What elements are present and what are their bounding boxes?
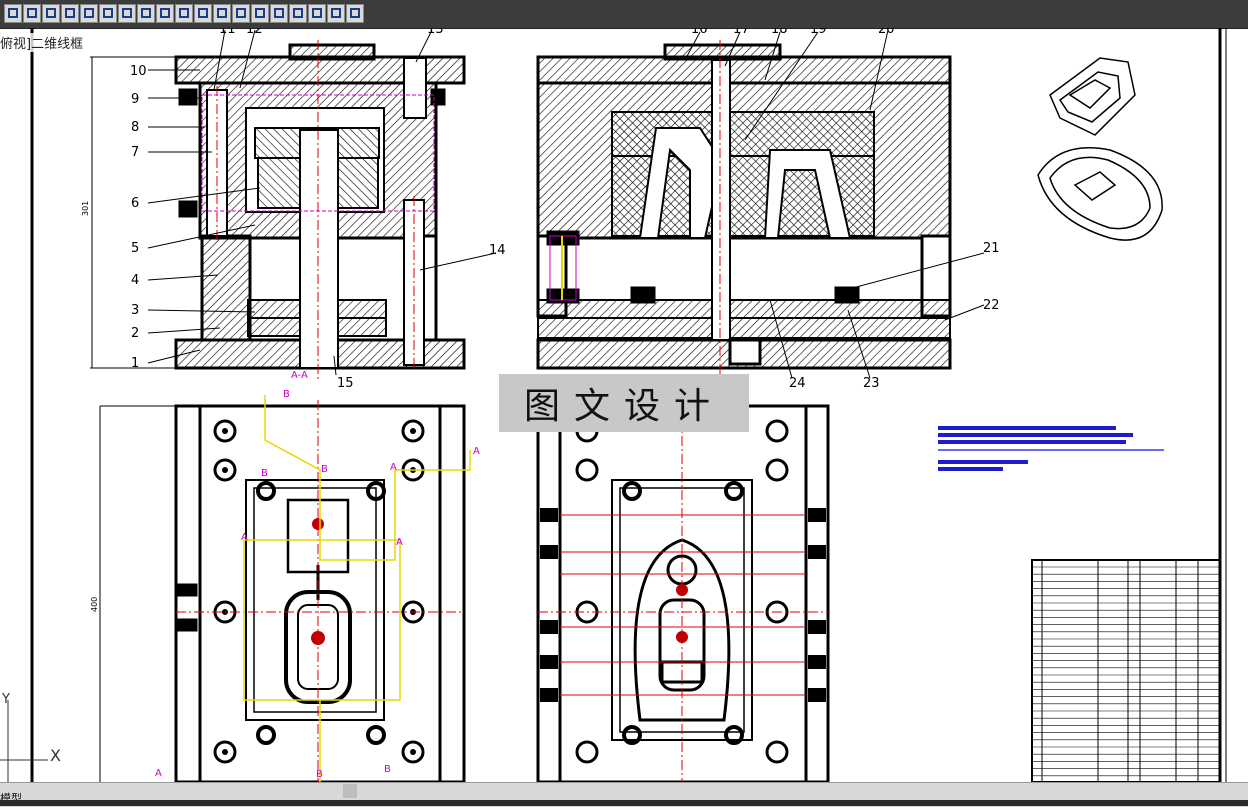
tech-notes xyxy=(938,426,1164,471)
extend-icon[interactable] xyxy=(270,4,288,23)
scroll-handle[interactable] xyxy=(343,784,357,798)
ucs-x-label: X xyxy=(50,746,61,765)
callout-20: 20 xyxy=(878,28,895,37)
callout-21: 21 xyxy=(983,241,1000,256)
callout-6: 6 xyxy=(131,196,139,211)
callout-14: 14 xyxy=(489,243,506,258)
filter-icon[interactable] xyxy=(327,4,345,23)
circle-icon[interactable] xyxy=(80,4,98,23)
section-view-right xyxy=(536,43,952,370)
layer-icon[interactable] xyxy=(175,4,193,23)
callout-2: 2 xyxy=(131,326,139,341)
bom-rows xyxy=(1032,566,1220,777)
section-mark-b3: B xyxy=(321,464,328,475)
bom-table xyxy=(1031,559,1221,782)
measure-icon[interactable] xyxy=(346,4,364,23)
toolbar xyxy=(0,0,1248,29)
section-view-left xyxy=(174,43,466,370)
command-bar[interactable] xyxy=(0,800,1248,806)
callout-18: 18 xyxy=(771,28,788,37)
snap-icon[interactable] xyxy=(289,4,307,23)
block-icon[interactable] xyxy=(137,4,155,23)
section-mark-b1: B xyxy=(283,389,290,400)
section-mark-a5: A xyxy=(155,768,162,779)
callout-7: 7 xyxy=(131,145,139,160)
section-mark-a2: A xyxy=(473,446,480,457)
text-icon[interactable] xyxy=(99,4,117,23)
trim-icon[interactable] xyxy=(251,4,269,23)
watermark: 图文设计 xyxy=(499,374,749,432)
section-mark-a4: A xyxy=(241,532,248,543)
callout-22: 22 xyxy=(983,298,1000,313)
dim-height-left: 301 xyxy=(81,201,90,216)
dim-height-bottom: 400 xyxy=(90,597,99,612)
callout-16: 16 xyxy=(691,28,708,37)
view-label[interactable]: 俯视]二维线框 xyxy=(0,33,84,52)
hatch-icon[interactable] xyxy=(61,4,79,23)
ucs-y-label: Y xyxy=(2,692,10,707)
callout-4: 4 xyxy=(131,273,139,288)
section-mark-a1: A xyxy=(390,462,397,473)
offset-icon[interactable] xyxy=(232,4,250,23)
callout-9: 9 xyxy=(131,92,139,107)
callout-23: 23 xyxy=(863,376,880,391)
callout-8: 8 xyxy=(131,120,139,135)
section-mark-b4: B xyxy=(316,769,323,780)
polyline-icon[interactable] xyxy=(23,4,41,23)
section-mark-b2: B xyxy=(261,468,268,479)
section-mark-a3: A xyxy=(396,537,403,548)
callout-19: 19 xyxy=(810,28,827,37)
callout-12: 12 xyxy=(246,28,263,37)
line-icon[interactable] xyxy=(4,4,22,23)
mirror-icon[interactable] xyxy=(213,4,231,23)
callout-5: 5 xyxy=(131,241,139,256)
callout-3: 3 xyxy=(131,303,139,318)
callout-1: 1 xyxy=(131,356,139,371)
callout-13: 13 xyxy=(427,28,444,37)
callout-11: 11 xyxy=(219,28,236,37)
array-icon[interactable] xyxy=(194,4,212,23)
callout-24: 24 xyxy=(789,376,806,391)
rect-icon[interactable] xyxy=(42,4,60,23)
callout-17: 17 xyxy=(733,28,750,37)
insert-icon[interactable] xyxy=(156,4,174,23)
callout-10: 10 xyxy=(130,64,147,79)
section-label: A-A xyxy=(291,370,308,381)
center-icon[interactable] xyxy=(308,4,326,23)
dim-icon[interactable] xyxy=(118,4,136,23)
iso-part-bottom xyxy=(1037,147,1163,241)
callout-15: 15 xyxy=(337,376,354,391)
section-mark-b5: B xyxy=(384,764,391,775)
iso-part-top xyxy=(1049,57,1136,136)
